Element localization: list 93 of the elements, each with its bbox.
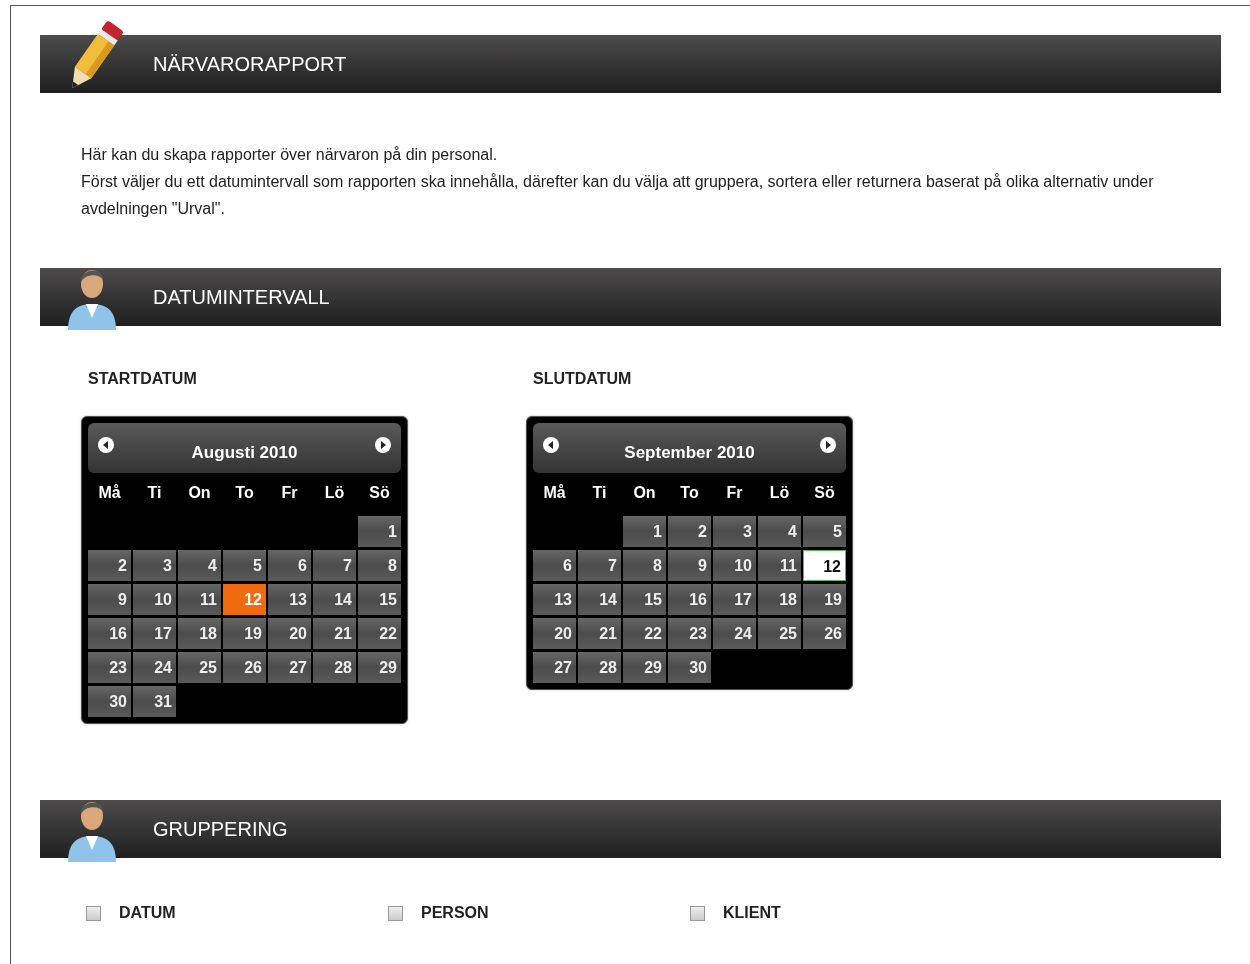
day-cell[interactable]: 19 — [223, 618, 266, 649]
checkbox-label[interactable]: DATUM — [119, 904, 176, 922]
day-cell[interactable]: 6 — [268, 550, 311, 581]
day-cell[interactable]: 5 — [803, 516, 846, 547]
previous-month-icon[interactable] — [98, 437, 114, 453]
day-cell[interactable]: 19 — [803, 584, 846, 615]
weekday-label: On — [632, 483, 657, 503]
day-cell[interactable]: 3 — [713, 516, 756, 547]
day-cell[interactable]: 12 — [803, 550, 846, 581]
day-cell[interactable]: 29 — [623, 652, 666, 683]
weekday-label: Ti — [146, 483, 163, 503]
day-cell[interactable]: 7 — [578, 550, 621, 581]
day-cell[interactable]: 20 — [533, 618, 576, 649]
day-cell[interactable]: 23 — [88, 652, 131, 683]
day-cell[interactable]: 11 — [758, 550, 801, 581]
day-cell[interactable]: 2 — [88, 550, 131, 581]
day-cell[interactable]: 24 — [133, 652, 176, 683]
day-cell[interactable]: 23 — [668, 618, 711, 649]
day-cell[interactable]: 6 — [533, 550, 576, 581]
day-cell[interactable]: 8 — [623, 550, 666, 581]
day-cell[interactable]: 17 — [133, 618, 176, 649]
day-cell[interactable]: 28 — [578, 652, 621, 683]
day-cell[interactable]: 16 — [668, 584, 711, 615]
next-month-icon[interactable] — [820, 437, 836, 453]
weekday-label: Sö — [813, 483, 836, 503]
day-cell[interactable]: 9 — [88, 584, 131, 615]
day-cell[interactable]: 25 — [758, 618, 801, 649]
previous-month-icon[interactable] — [543, 437, 559, 453]
day-cell[interactable]: 3 — [133, 550, 176, 581]
weekday-label: Lö — [768, 483, 791, 503]
day-cell[interactable]: 15 — [358, 584, 401, 615]
day-cell[interactable]: 21 — [578, 618, 621, 649]
day-cell[interactable]: 16 — [88, 618, 131, 649]
day-cell[interactable]: 18 — [178, 618, 221, 649]
day-cell[interactable]: 11 — [178, 584, 221, 615]
day-cell[interactable]: 30 — [668, 652, 711, 683]
day-cell[interactable]: 28 — [313, 652, 356, 683]
day-cell[interactable]: 13 — [268, 584, 311, 615]
day-cell[interactable]: 2 — [668, 516, 711, 547]
day-cell[interactable]: 26 — [803, 618, 846, 649]
day-cell[interactable]: 13 — [533, 584, 576, 615]
day-cell[interactable]: 15 — [623, 584, 666, 615]
day-cell[interactable]: 9 — [668, 550, 711, 581]
day-cell[interactable]: 27 — [268, 652, 311, 683]
weekday-label: Lö — [323, 483, 346, 503]
day-cell[interactable]: 24 — [713, 618, 756, 649]
day-cell[interactable]: 22 — [623, 618, 666, 649]
day-cell[interactable]: 27 — [533, 652, 576, 683]
day-cell[interactable]: 14 — [313, 584, 356, 615]
checkbox-label[interactable]: KLIENT — [723, 904, 781, 922]
day-cell[interactable]: 20 — [268, 618, 311, 649]
weekday-label: Ti — [591, 483, 608, 503]
intro-text: Här kan du skapa rapporter över närvaron på din personal. — [81, 145, 499, 165]
day-cell[interactable]: 4 — [758, 516, 801, 547]
weekday-label: Må — [542, 483, 567, 503]
day-cell[interactable]: 10 — [713, 550, 756, 581]
day-cell[interactable]: 31 — [133, 686, 176, 717]
checkbox-label[interactable]: PERSON — [421, 904, 489, 922]
weekday-label: Må — [97, 483, 122, 503]
day-cell[interactable]: 1 — [358, 516, 401, 547]
section-title: DATUMINTERVALL — [153, 285, 330, 309]
day-cell[interactable]: 17 — [713, 584, 756, 615]
day-cell[interactable]: 1 — [623, 516, 666, 547]
weekday-label: On — [187, 483, 212, 503]
weekday-label: Sö — [368, 483, 391, 503]
day-cell[interactable]: 18 — [758, 584, 801, 615]
section-title: GRUPPERING — [153, 817, 288, 841]
checkbox[interactable] — [690, 905, 705, 921]
next-month-icon[interactable] — [375, 437, 391, 453]
day-cell[interactable]: 29 — [358, 652, 401, 683]
day-cell[interactable]: 26 — [223, 652, 266, 683]
day-cell[interactable]: 4 — [178, 550, 221, 581]
day-cell[interactable]: 22 — [358, 618, 401, 649]
day-cell[interactable]: 5 — [223, 550, 266, 581]
day-cell[interactable]: 30 — [88, 686, 131, 717]
weekday-label: To — [679, 483, 700, 503]
calendar-label: STARTDATUM — [88, 370, 198, 388]
checkbox[interactable] — [388, 905, 403, 921]
day-cell[interactable]: 25 — [178, 652, 221, 683]
day-cell[interactable]: 14 — [578, 584, 621, 615]
checkbox[interactable] — [86, 905, 101, 921]
month-title: September 2010 — [624, 443, 755, 463]
day-cell[interactable]: 21 — [313, 618, 356, 649]
intro-text: Först väljer du ett datumintervall som rapporten ska innehålla, därefter kan du välja att gruppera, sortera eller returnera baserat på olika alternativ under avdelningen "Urval". — [81, 172, 1155, 219]
day-cell[interactable]: 8 — [358, 550, 401, 581]
day-cell[interactable]: 7 — [313, 550, 356, 581]
section-title: NÄRVARORAPPORT — [153, 52, 347, 76]
day-cell[interactable]: 10 — [133, 584, 176, 615]
weekday-label: To — [234, 483, 255, 503]
weekday-label: Fr — [725, 483, 744, 503]
weekday-label: Fr — [280, 483, 299, 503]
calendar-label: SLUTDATUM — [533, 370, 633, 388]
month-title: Augusti 2010 — [191, 443, 298, 463]
